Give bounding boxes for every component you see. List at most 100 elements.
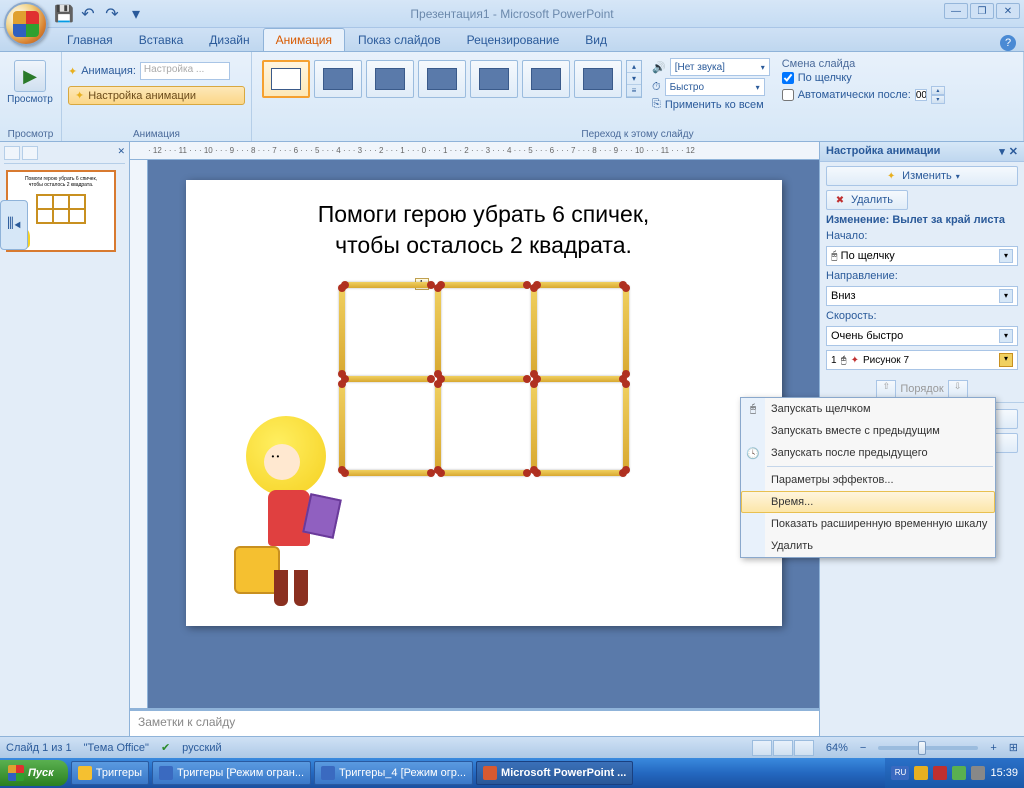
tab-view[interactable]: Вид bbox=[572, 28, 620, 51]
advance-time-input[interactable] bbox=[915, 89, 927, 101]
transition-item[interactable] bbox=[522, 60, 570, 98]
pane-dropdown-icon[interactable]: ▾ bbox=[999, 145, 1005, 158]
speed-dropdown[interactable]: Очень быстро▾ bbox=[826, 326, 1018, 346]
start-dropdown[interactable]: 🖰 По щелчку▾ bbox=[826, 246, 1018, 266]
advance-on-click[interactable]: По щелчку bbox=[782, 72, 945, 84]
status-language[interactable]: русский bbox=[182, 742, 221, 754]
slideshow-view-button[interactable] bbox=[794, 740, 814, 756]
transition-item[interactable] bbox=[314, 60, 362, 98]
ctx-start-on-click[interactable]: 🖰Запускать щелчком bbox=[741, 398, 995, 420]
start-label: Начало: bbox=[826, 230, 1018, 242]
transition-sound-dropdown[interactable]: [Нет звука]▾ bbox=[670, 58, 770, 76]
folder-icon bbox=[78, 766, 92, 780]
tray-icon[interactable] bbox=[933, 766, 947, 780]
transition-item[interactable] bbox=[470, 60, 518, 98]
matchstick-grid[interactable]: 1 bbox=[339, 282, 629, 477]
apply-to-all-button[interactable]: ⎘Применить ко всем bbox=[652, 98, 770, 111]
ctx-remove[interactable]: Удалить bbox=[741, 535, 995, 557]
tab-design[interactable]: Дизайн bbox=[196, 28, 262, 51]
taskbar-item-folder[interactable]: Триггеры bbox=[71, 761, 149, 785]
apply-all-icon: ⎘ bbox=[652, 98, 661, 111]
taskbar-item-word1[interactable]: Триггеры [Режим огран... bbox=[152, 761, 311, 785]
lang-indicator[interactable]: RU bbox=[891, 766, 909, 780]
star-icon: ✦ bbox=[75, 89, 84, 102]
collapse-handle[interactable]: ⦀◂ bbox=[0, 200, 28, 250]
taskbar-item-word2[interactable]: Триггеры_4 [Режим огр... bbox=[314, 761, 473, 785]
clock[interactable]: 15:39 bbox=[990, 767, 1018, 779]
pane-title: Настройка анимации ▾✕ bbox=[820, 142, 1024, 162]
direction-dropdown[interactable]: Вниз▾ bbox=[826, 286, 1018, 306]
slides-tab[interactable] bbox=[4, 146, 20, 160]
ctx-effect-options[interactable]: Параметры эффектов... bbox=[741, 469, 995, 491]
zoom-slider[interactable] bbox=[878, 746, 978, 750]
close-button[interactable]: ✕ bbox=[996, 3, 1020, 19]
edit-area: · 12 · · · 11 · · · 10 · · · 9 · · · 8 ·… bbox=[130, 142, 819, 736]
reorder-up-button[interactable]: ⇧ bbox=[876, 380, 896, 398]
transition-none[interactable] bbox=[262, 60, 310, 98]
advance-auto[interactable]: Автоматически после: ▴▾ bbox=[782, 86, 945, 104]
reorder-label: Порядок bbox=[900, 383, 943, 395]
tray-icon[interactable] bbox=[914, 766, 928, 780]
sorter-view-button[interactable] bbox=[773, 740, 793, 756]
exit-star-icon: ✦ bbox=[851, 355, 859, 366]
sound-icon: 🔊 bbox=[652, 61, 666, 74]
fit-window-button[interactable]: ⊞ bbox=[1009, 741, 1018, 754]
start-button[interactable]: Пуск bbox=[0, 760, 68, 786]
gallery-more[interactable]: ▴▾≡ bbox=[626, 60, 642, 98]
animation-dropdown[interactable]: Настройка ... bbox=[140, 62, 230, 80]
pane-close-icon[interactable]: ✕ bbox=[1009, 145, 1018, 158]
transition-item[interactable] bbox=[366, 60, 414, 98]
custom-animation-button[interactable]: ✦ Настройка анимации bbox=[68, 86, 245, 105]
ctx-start-after-previous[interactable]: 🕓Запускать после предыдущего bbox=[741, 442, 995, 464]
tab-review[interactable]: Рецензирование bbox=[454, 28, 573, 51]
qat-redo-button[interactable]: ↷ bbox=[102, 4, 122, 24]
panel-close-icon[interactable]: ✕ bbox=[117, 146, 125, 163]
office-button[interactable] bbox=[4, 2, 48, 46]
advance-header: Смена слайда bbox=[782, 58, 945, 70]
change-effect-button[interactable]: ✦Изменить▾ bbox=[826, 166, 1018, 186]
normal-view-button[interactable] bbox=[752, 740, 772, 756]
help-button[interactable]: ? bbox=[1000, 35, 1016, 51]
notes-pane[interactable]: Заметки к слайду bbox=[130, 708, 819, 736]
restore-button[interactable]: ❐ bbox=[970, 3, 994, 19]
hero-image[interactable] bbox=[226, 416, 376, 606]
zoom-out-button[interactable]: − bbox=[860, 742, 866, 754]
group-label-transitions: Переход к этому слайду bbox=[252, 129, 1023, 140]
tab-insert[interactable]: Вставка bbox=[126, 28, 197, 51]
speed-icon: ⏱ bbox=[652, 81, 661, 94]
effect-item-1[interactable]: 1 🖰 ✦ Рисунок 7 ▾ bbox=[827, 351, 1017, 369]
slide-title[interactable]: Помоги герою убрать 6 спичек, чтобы оста… bbox=[206, 200, 762, 262]
transition-item[interactable] bbox=[574, 60, 622, 98]
qat-undo-button[interactable]: ↶ bbox=[78, 4, 98, 24]
clock-icon: 🕓 bbox=[745, 447, 761, 463]
ctx-show-timeline[interactable]: Показать расширенную временную шкалу bbox=[741, 513, 995, 535]
zoom-in-button[interactable]: + bbox=[990, 742, 996, 754]
outline-tab[interactable] bbox=[22, 146, 38, 160]
tray-icon[interactable] bbox=[971, 766, 985, 780]
transition-item[interactable] bbox=[418, 60, 466, 98]
mouse-icon: 🖰 bbox=[745, 403, 761, 419]
transition-speed-dropdown[interactable]: Быстро▾ bbox=[665, 78, 765, 96]
qat-customize-button[interactable]: ▾ bbox=[126, 4, 146, 24]
qat-save-button[interactable]: 💾 bbox=[54, 4, 74, 24]
zoom-thumb[interactable] bbox=[918, 741, 926, 755]
spellcheck-icon[interactable]: ✔ bbox=[161, 741, 170, 754]
ctx-start-with-previous[interactable]: Запускать вместе с предыдущим bbox=[741, 420, 995, 442]
preview-button[interactable]: ▶ Просмотр bbox=[6, 54, 54, 105]
ctx-timing[interactable]: Время... bbox=[741, 491, 995, 513]
zoom-level[interactable]: 64% bbox=[826, 742, 848, 754]
tray-icon[interactable] bbox=[952, 766, 966, 780]
status-bar: Слайд 1 из 1 "Тема Office" ✔ русский 64%… bbox=[0, 736, 1024, 758]
time-spinner[interactable]: ▴▾ bbox=[931, 86, 945, 104]
minimize-button[interactable]: — bbox=[944, 3, 968, 19]
reorder-down-button[interactable]: ⇩ bbox=[948, 380, 968, 398]
taskbar-item-powerpoint[interactable]: Microsoft PowerPoint ... bbox=[476, 761, 633, 785]
effect-item-dropdown[interactable]: ▾ bbox=[999, 353, 1013, 367]
tab-home[interactable]: Главная bbox=[54, 28, 126, 51]
tab-animations[interactable]: Анимация bbox=[263, 28, 345, 51]
slide-canvas[interactable]: Помоги герою убрать 6 спичек, чтобы оста… bbox=[148, 160, 819, 708]
slide-1[interactable]: Помоги герою убрать 6 спичек, чтобы оста… bbox=[186, 180, 782, 626]
star-icon: ✦ bbox=[68, 65, 77, 78]
remove-effect-button[interactable]: ✖Удалить bbox=[826, 190, 908, 210]
tab-slideshow[interactable]: Показ слайдов bbox=[345, 28, 454, 51]
